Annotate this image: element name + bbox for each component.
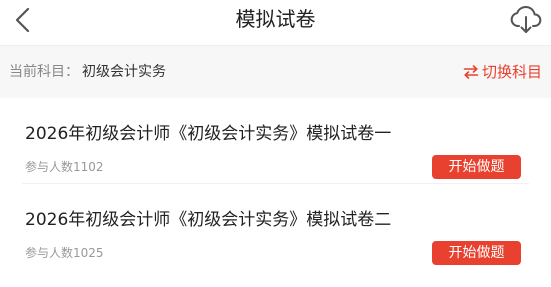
swap-arrows-icon	[463, 65, 479, 79]
mock-exam-page: 模拟试卷 当前科目： 初级会计实务 切换科目 2026年初级会计师《初级会计实务…	[0, 0, 551, 287]
start-button[interactable]: 开始做题	[432, 241, 521, 265]
paper-title: 2026年初级会计师《初级会计实务》模拟试卷二	[25, 210, 392, 230]
participant-count: 参与人数1025	[25, 246, 104, 260]
paper-item[interactable]: 2026年初级会计师《初级会计实务》模拟试卷二 参与人数1025 开始做题	[0, 184, 551, 270]
switch-subject-button[interactable]: 切换科目	[463, 61, 542, 83]
paper-title: 2026年初级会计师《初级会计实务》模拟试卷一	[25, 124, 392, 144]
switch-subject-label: 切换科目	[481, 63, 542, 81]
cloud-download-icon	[510, 5, 542, 33]
header-bar: 模拟试卷	[0, 0, 551, 46]
download-button[interactable]	[509, 2, 543, 36]
paper-item[interactable]: 2026年初级会计师《初级会计实务》模拟试卷一 参与人数1102 开始做题	[0, 98, 551, 184]
subject-value: 初级会计实务	[82, 64, 166, 80]
page-title: 模拟试卷	[235, 7, 316, 31]
subject-label: 当前科目：	[9, 64, 79, 80]
subject-bar: 当前科目： 初级会计实务 切换科目	[0, 46, 551, 98]
participant-count: 参与人数1102	[25, 160, 104, 174]
start-button[interactable]: 开始做题	[432, 155, 521, 179]
